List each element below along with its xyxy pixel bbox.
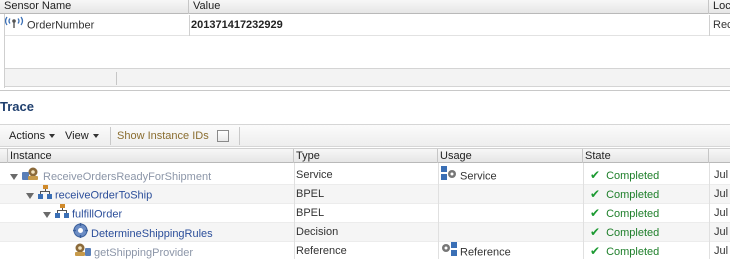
usage-text [441,223,581,242]
column-header-usage[interactable]: Usage [438,149,583,163]
sensor-empty-area [4,36,730,68]
column-header-spacer [0,149,8,163]
service-gear-icon [22,166,40,185]
usage-text: Reference [460,246,511,259]
checkmark-icon: ✔ [590,225,601,239]
column-divider [189,15,190,36]
usage-text [441,204,581,223]
date-text: Jul [714,245,729,257]
instance-type: Decision [296,226,339,238]
instance-link[interactable]: getShippingProvider [94,247,193,259]
collapse-arrow-icon[interactable] [26,192,34,199]
collapse-arrow-icon[interactable] [43,211,51,218]
instance-type: Reference [296,245,347,257]
view-menu-label: View [65,130,89,142]
reference-usage-icon [441,242,457,259]
instance-link[interactable]: receiveOrderToShip [55,189,152,201]
table-row[interactable]: receiveOrderToShip BPEL ✔ Completed Jul [0,185,730,204]
checkmark-icon: ✔ [590,168,601,182]
reference-gear-icon [73,242,91,259]
state-text: Completed [606,208,660,220]
sensor-table-header: Sensor Name Value Loca [0,0,730,14]
bpel-process-icon [38,185,52,204]
sensor-row[interactable]: OrderNumber 201371417232929 Rec [4,15,730,36]
instance-type: BPEL [296,207,325,219]
state-text: Completed [606,227,660,239]
sensor-footer-bar [4,68,730,87]
trace-section-title: Trace [0,99,34,114]
instance-link[interactable]: DetermineShippingRules [91,228,213,240]
trace-toolbar: Actions View Show Instance IDs [0,124,730,147]
state-text: Completed [606,246,660,258]
column-divider [583,163,584,259]
table-row[interactable]: DetermineShippingRules Decision ✔ Complet… [0,223,730,242]
toolbar-divider [110,127,111,145]
state-text: Completed [606,170,660,182]
column-header-sensor-name[interactable]: Sensor Name [0,0,189,14]
checkmark-icon: ✔ [590,206,601,220]
bpel-process-icon [55,204,69,223]
view-menu-button[interactable]: View [65,125,99,147]
sensor-antenna-icon [4,15,24,35]
table-row[interactable]: getShippingProvider Reference Reference … [0,242,730,259]
sensor-table: Sensor Name Value Loca OrderNumber 20137… [0,0,730,91]
column-header-type[interactable]: Type [294,149,438,163]
chevron-down-icon [49,134,56,139]
sensor-value-text: 201371417232929 [191,19,283,31]
show-instance-ids-checkbox[interactable] [217,130,229,142]
usage-text [441,185,581,204]
table-row[interactable]: fulfillOrder BPEL ✔ Completed Jul [0,204,730,223]
sensor-location-text: Rec [713,19,730,31]
table-row[interactable]: ReceiveOrdersReadyForShipment Service Se… [0,166,730,185]
actions-menu-button[interactable]: Actions [9,125,56,147]
checkmark-icon: ✔ [590,244,601,258]
instance-link[interactable]: fulfillOrder [72,208,122,220]
toolbar-divider [239,127,240,145]
footer-divider [116,72,117,85]
checkmark-icon: ✔ [590,187,601,201]
sensor-left-border [4,14,5,88]
column-divider [438,163,439,259]
decision-rules-icon [73,223,88,242]
column-header-date[interactable] [709,149,730,163]
state-text: Completed [606,189,660,201]
sensor-name-text: OrderNumber [27,19,95,32]
instance-type: Service [296,169,333,181]
actions-menu-label: Actions [9,130,46,142]
column-header-value[interactable]: Value [189,0,709,14]
column-header-location[interactable]: Loca [709,0,730,14]
date-text: Jul [714,207,729,219]
usage-text: Service [460,170,497,183]
collapse-arrow-icon[interactable] [10,174,18,180]
trace-table-header: Instance Type Usage State [0,148,730,163]
date-text: Jul [714,226,729,238]
instance-type: BPEL [296,188,325,200]
column-divider [709,163,710,259]
column-divider [709,15,710,36]
column-divider [294,163,295,259]
chevron-down-icon [92,134,99,139]
date-text: Jul [714,188,729,200]
instance-link[interactable]: ReceiveOrdersReadyForShipment [43,171,211,183]
date-text: Jul [714,169,729,181]
column-header-state[interactable]: State [583,149,709,163]
service-usage-icon [441,166,457,185]
show-instance-ids-label: Show Instance IDs [117,130,209,142]
column-header-instance[interactable]: Instance [8,149,294,163]
